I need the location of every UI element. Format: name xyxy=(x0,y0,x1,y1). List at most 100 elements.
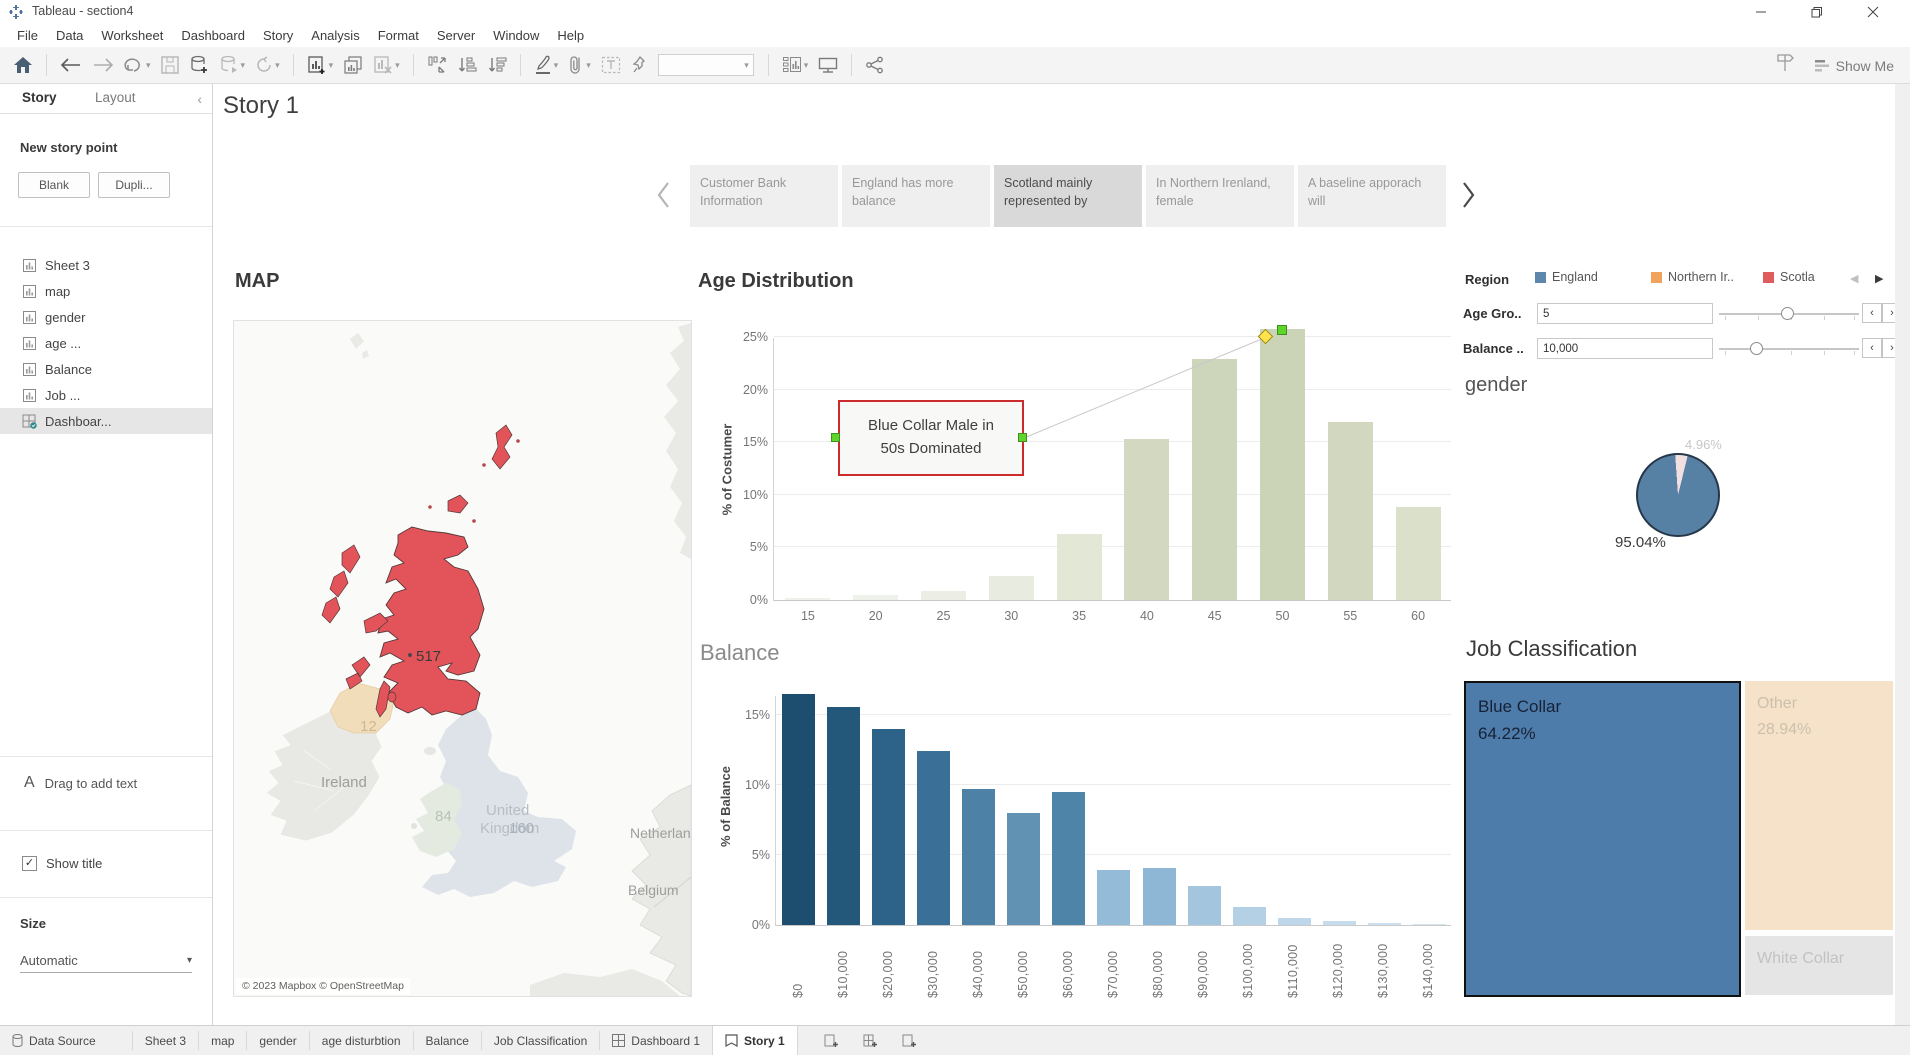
balance-slider[interactable] xyxy=(1719,338,1859,359)
bar-120000[interactable] xyxy=(1323,921,1356,925)
bar-25[interactable] xyxy=(921,591,966,600)
sidebar-sheet-job-[interactable]: Job ... xyxy=(0,382,212,408)
size-select[interactable]: Automatic ▾ xyxy=(20,948,192,973)
menu-server[interactable]: Server xyxy=(428,28,484,43)
tab-age-disturbtion[interactable]: age disturbtion xyxy=(310,1026,413,1055)
collapse-pane-icon[interactable]: ‹ xyxy=(197,91,202,107)
duplicate-story-point-button[interactable]: Dupli... xyxy=(98,172,170,198)
bar-55[interactable] xyxy=(1328,422,1373,600)
treemap-other[interactable]: Other 28.94% xyxy=(1745,681,1893,930)
menu-worksheet[interactable]: Worksheet xyxy=(92,28,172,43)
balance-decrement-button[interactable]: ‹ xyxy=(1862,338,1882,358)
show-title-checkbox[interactable]: ✓ xyxy=(22,856,37,871)
treemap-blue-collar[interactable]: Blue Collar 64.22% xyxy=(1464,681,1741,997)
presentation-mode-button[interactable] xyxy=(813,51,843,79)
bar-90000[interactable] xyxy=(1188,886,1221,925)
legend-scroll-right-icon[interactable]: ▶ xyxy=(1875,272,1883,285)
bar-0[interactable] xyxy=(782,694,815,925)
tab-sheet-3[interactable]: Sheet 3 xyxy=(133,1026,198,1055)
clear-caret-icon[interactable]: ▾ xyxy=(395,60,400,71)
highlight-caret-icon[interactable]: ▾ xyxy=(554,60,559,71)
menu-help[interactable]: Help xyxy=(548,28,593,43)
tab-map[interactable]: map xyxy=(199,1026,246,1055)
replay-button[interactable]: ▾ xyxy=(119,51,156,79)
annotation-left-handle[interactable] xyxy=(831,433,840,442)
new-story-tab-button[interactable] xyxy=(890,1026,929,1055)
annotation-box[interactable]: Blue Collar Male in 50s Dominated xyxy=(838,400,1024,476)
menu-analysis[interactable]: Analysis xyxy=(302,28,368,43)
tab-data-source[interactable]: Data Source xyxy=(0,1026,108,1055)
sidebar-sheet-balance[interactable]: Balance xyxy=(0,356,212,382)
bar-30[interactable] xyxy=(989,576,1034,600)
minimize-button[interactable] xyxy=(1738,0,1784,24)
sidebar-sheet-age-[interactable]: age ... xyxy=(0,330,212,356)
bar-130000[interactable] xyxy=(1368,923,1401,925)
refresh-caret-icon[interactable]: ▾ xyxy=(275,60,280,71)
share-button[interactable] xyxy=(860,51,890,79)
bar-40[interactable] xyxy=(1124,439,1169,600)
home-button[interactable] xyxy=(8,51,38,79)
new-dashboard-tab-button[interactable] xyxy=(851,1026,890,1055)
menu-window[interactable]: Window xyxy=(484,28,548,43)
undo-button[interactable] xyxy=(55,51,87,79)
sidebar-sheet-gender[interactable]: gender xyxy=(0,304,212,330)
refresh-button[interactable]: ▾ xyxy=(250,51,285,79)
tab-balance[interactable]: Balance xyxy=(414,1026,481,1055)
story-point-4[interactable]: In Northern Irenland, female xyxy=(1146,165,1294,227)
map-scotland-shape[interactable] xyxy=(378,527,484,715)
bar-30000[interactable] xyxy=(917,751,950,925)
region-legend-item-england[interactable]: England xyxy=(1535,270,1651,284)
tab-story[interactable]: Story xyxy=(22,90,57,105)
bar-50[interactable] xyxy=(1260,329,1305,600)
bar-35[interactable] xyxy=(1057,534,1102,600)
new-worksheet-button[interactable]: ▾ xyxy=(302,51,339,79)
redo-button[interactable] xyxy=(87,51,119,79)
bar-20[interactable] xyxy=(853,595,898,600)
tab-layout[interactable]: Layout xyxy=(95,90,136,105)
map-view[interactable]: 517 12 Ireland 84 United Kingdom 160 Net… xyxy=(233,320,692,997)
tooltip-signpost-icon[interactable] xyxy=(1774,53,1796,78)
menu-file[interactable]: File xyxy=(8,28,47,43)
cards-caret-icon[interactable]: ▾ xyxy=(804,60,809,71)
story-point-1[interactable]: Customer Bank Information xyxy=(690,165,838,227)
age-group-slider-handle[interactable] xyxy=(1781,307,1794,320)
blank-button[interactable]: Blank xyxy=(18,172,90,198)
fit-selector[interactable]: ▾ xyxy=(658,54,754,76)
swap-rows-columns-button[interactable] xyxy=(422,51,452,79)
tab-gender[interactable]: gender xyxy=(247,1026,308,1055)
sort-ascending-button[interactable] xyxy=(452,51,482,79)
legend-scroll-left-icon[interactable]: ◀ xyxy=(1850,272,1858,285)
sort-descending-button[interactable] xyxy=(482,51,512,79)
close-button[interactable] xyxy=(1850,0,1896,24)
annotation-right-handle[interactable] xyxy=(1018,433,1027,442)
bar-140000[interactable] xyxy=(1413,924,1446,925)
region-legend-item-scotla[interactable]: Scotla xyxy=(1763,270,1847,284)
show-hide-cards-button[interactable]: ▾ xyxy=(777,51,814,79)
story-point-2[interactable]: England has more balance xyxy=(842,165,990,227)
sidebar-sheet-dashboar-[interactable]: Dashboar... xyxy=(0,408,212,434)
gender-pie-chart[interactable] xyxy=(1636,453,1720,537)
sidebar-sheet-map[interactable]: map xyxy=(0,278,212,304)
duplicate-button[interactable] xyxy=(338,51,368,79)
tab-job-classification[interactable]: Job Classification xyxy=(482,1026,599,1055)
treemap-white-collar[interactable]: White Collar xyxy=(1745,936,1893,995)
bar-70000[interactable] xyxy=(1097,870,1130,925)
story-point-3[interactable]: Scotland mainly represented by xyxy=(994,165,1142,227)
story-next-icon[interactable] xyxy=(1457,180,1479,215)
bar-110000[interactable] xyxy=(1278,918,1311,925)
tab-story-1[interactable]: Story 1 xyxy=(712,1026,798,1055)
bar-60000[interactable] xyxy=(1052,792,1085,925)
drag-to-add-text[interactable]: A Drag to add text xyxy=(24,774,137,792)
bar-45[interactable] xyxy=(1192,359,1237,600)
new-worksheet-caret-icon[interactable]: ▾ xyxy=(329,60,334,71)
bar-100000[interactable] xyxy=(1233,907,1266,925)
menu-data[interactable]: Data xyxy=(47,28,92,43)
fix-axes-pin-button[interactable] xyxy=(626,51,652,79)
balance-filter-input[interactable] xyxy=(1537,338,1713,359)
menu-dashboard[interactable]: Dashboard xyxy=(172,28,254,43)
bar-10000[interactable] xyxy=(827,707,860,925)
bar-80000[interactable] xyxy=(1143,868,1176,925)
bar-60[interactable] xyxy=(1396,507,1441,600)
story-prev-icon[interactable] xyxy=(653,180,675,215)
text-box-button[interactable] xyxy=(596,51,626,79)
